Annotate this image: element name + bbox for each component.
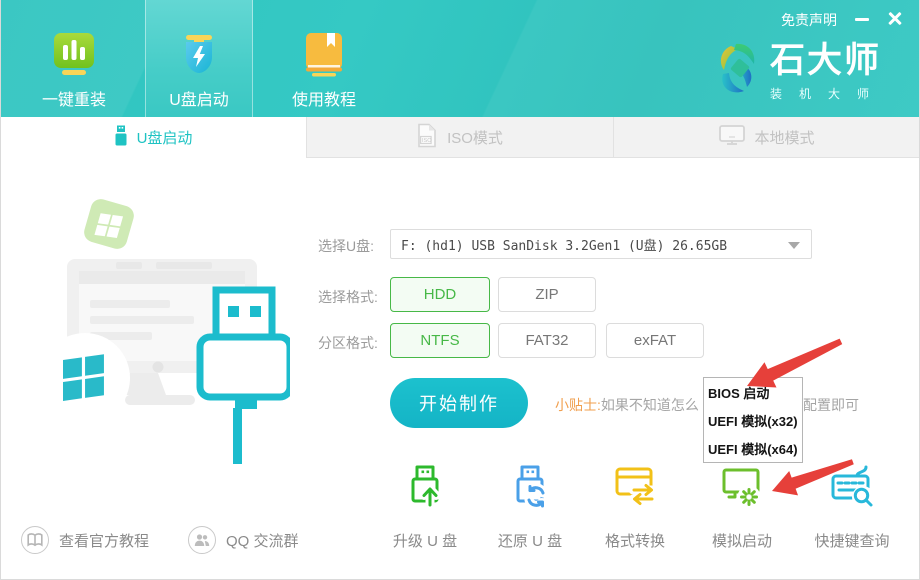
- format-convert-icon: [612, 463, 658, 514]
- tab-label: 一键重装: [42, 86, 106, 110]
- tool-label: 还原 U 盘: [498, 530, 562, 551]
- book-circle-icon: [21, 526, 49, 554]
- brand-tagline: 装机大师: [770, 85, 886, 102]
- qq-group-link[interactable]: QQ 交流群: [188, 526, 299, 554]
- usb-upgrade-icon: [402, 463, 448, 514]
- minimize-button[interactable]: [851, 8, 873, 30]
- usb-select-label: 选择U盘:: [318, 236, 374, 256]
- tip-text: 小贴士:如果不知道怎么: [555, 395, 699, 415]
- chevron-down-icon: [788, 242, 800, 249]
- boot-mode-menu: BIOS 启动 UEFI 模拟(x32) UEFI 模拟(x64): [703, 377, 803, 463]
- disclaimer-link[interactable]: 免责声明: [781, 10, 837, 30]
- subtab-local-mode[interactable]: 本地模式: [613, 117, 920, 158]
- chart-icon: [50, 29, 98, 77]
- tool-simulate-boot[interactable]: 模拟启动: [690, 463, 794, 551]
- close-button[interactable]: [884, 8, 906, 30]
- usb-restore-icon: [507, 463, 553, 514]
- tool-label: 升级 U 盘: [393, 530, 457, 551]
- header: 一键重装 U盘启动: [0, 0, 920, 117]
- partition-label: 分区格式:: [318, 333, 378, 353]
- subtab-label: U盘启动: [137, 127, 193, 148]
- partition-option-exfat[interactable]: exFAT: [606, 323, 704, 358]
- subtab-label: ISO模式: [447, 127, 503, 148]
- hotkey-keyboard-icon: [829, 463, 875, 514]
- menu-item-uefi-x32[interactable]: UEFI 模拟(x32): [704, 406, 802, 434]
- format-option-zip[interactable]: ZIP: [498, 277, 596, 312]
- tip-text-tail: 配置即可: [803, 395, 859, 415]
- main-content: 选择U盘: F: (hd1) USB SanDisk 3.2Gen1 (U盘) …: [0, 158, 920, 580]
- start-make-button[interactable]: 开始制作: [390, 378, 528, 428]
- svg-text:ISO: ISO: [422, 138, 432, 144]
- usb-drive-icon: [114, 125, 128, 150]
- tab-label: U盘启动: [169, 86, 229, 110]
- tip-prefix: 小贴士:: [555, 397, 601, 413]
- format-label: 选择格式:: [318, 287, 378, 307]
- app-window: 一键重装 U盘启动: [0, 0, 920, 580]
- brand-logo-icon: [714, 42, 762, 103]
- usb-shield-icon: [175, 29, 223, 77]
- brand-logo: 石大师 装机大师: [714, 42, 886, 103]
- tool-label: 模拟启动: [712, 530, 772, 551]
- menu-item-bios[interactable]: BIOS 启动: [704, 378, 802, 406]
- tool-restore-usb[interactable]: 还原 U 盘: [478, 463, 582, 551]
- brand-name: 石大师: [770, 42, 886, 80]
- tool-label: 格式转换: [605, 530, 665, 551]
- usb-select-value: F: (hd1) USB SanDisk 3.2Gen1 (U盘) 26.65G…: [401, 235, 727, 254]
- partition-option-ntfs[interactable]: NTFS: [390, 323, 490, 358]
- link-label: 查看官方教程: [59, 530, 149, 551]
- usb-select[interactable]: F: (hd1) USB SanDisk 3.2Gen1 (U盘) 26.65G…: [390, 229, 812, 259]
- subtab-iso-mode[interactable]: ISO ISO模式: [306, 117, 613, 158]
- tab-one-key-reinstall[interactable]: 一键重装: [18, 0, 130, 117]
- people-circle-icon: [188, 526, 216, 554]
- tab-label: 使用教程: [292, 86, 356, 110]
- partition-option-fat32[interactable]: FAT32: [498, 323, 596, 358]
- tool-label: 快捷键查询: [814, 530, 889, 551]
- tool-upgrade-usb[interactable]: 升级 U 盘: [373, 463, 477, 551]
- iso-file-icon: ISO: [417, 123, 438, 152]
- monitor-icon: [719, 125, 745, 149]
- official-tutorial-link[interactable]: 查看官方教程: [21, 526, 149, 554]
- book-icon: [300, 29, 348, 77]
- subtab-usb-boot[interactable]: U盘启动: [0, 117, 306, 158]
- subtab-label: 本地模式: [754, 127, 814, 148]
- simulate-boot-icon: [719, 463, 765, 514]
- menu-item-uefi-x64[interactable]: UEFI 模拟(x64): [704, 434, 802, 462]
- tab-tutorial[interactable]: 使用教程: [268, 0, 380, 117]
- mode-tabs: U盘启动 ISO ISO模式 本地: [0, 117, 920, 158]
- usb-computer-illustration: [30, 160, 290, 475]
- format-option-hdd[interactable]: HDD: [390, 277, 490, 312]
- tab-usb-boot[interactable]: U盘启动: [145, 0, 253, 117]
- link-label: QQ 交流群: [226, 530, 299, 551]
- tool-format-convert[interactable]: 格式转换: [583, 463, 687, 551]
- tool-hotkey-query[interactable]: 快捷键查询: [800, 463, 904, 551]
